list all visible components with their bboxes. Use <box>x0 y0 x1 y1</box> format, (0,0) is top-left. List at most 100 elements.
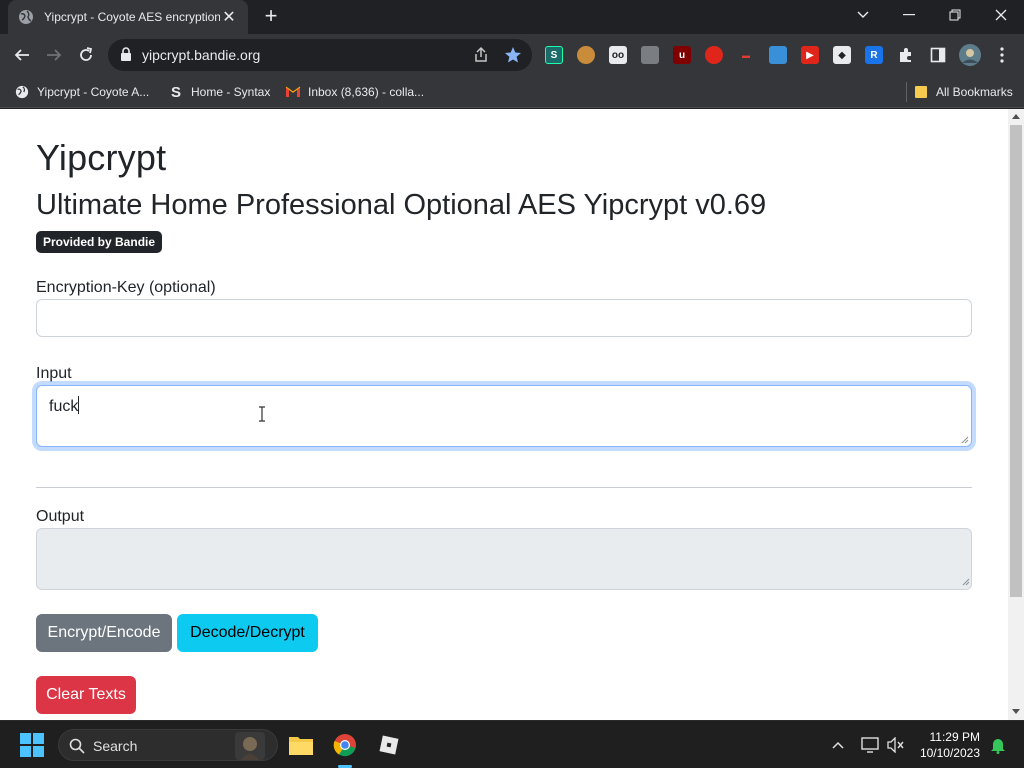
minimize-icon <box>903 14 915 16</box>
puzzle-icon <box>900 48 911 62</box>
text-caret <box>78 396 80 414</box>
clock-date: 10/10/2023 <box>919 746 980 760</box>
browser-tab[interactable]: Yipcrypt - Coyote AES encryption ✕ <box>8 0 248 34</box>
r-extension-icon[interactable]: R <box>865 46 883 64</box>
syntax-s-icon: S <box>170 83 181 101</box>
kebab-menu-icon <box>1000 47 1004 63</box>
reload-button[interactable] <box>73 42 99 68</box>
reload-icon <box>80 47 93 61</box>
stack-extension-icon[interactable] <box>641 46 659 64</box>
encrypt-button[interactable]: Encrypt/Encode <box>36 614 172 652</box>
tab-search-button[interactable] <box>840 0 886 30</box>
scrollbar-thumb[interactable] <box>1010 125 1022 597</box>
side-panel-icon <box>930 47 946 63</box>
search-label: Search <box>93 738 138 754</box>
scroll-up-arrow-icon[interactable] <box>1012 114 1020 119</box>
clear-texts-button[interactable]: Clear Texts <box>36 676 136 714</box>
ublock-extension-icon[interactable]: u <box>673 46 691 64</box>
page-scrollbar[interactable] <box>1008 109 1024 720</box>
chrome-icon <box>333 734 356 757</box>
roblox-icon <box>379 735 399 755</box>
notifications-button[interactable] <box>984 731 1012 759</box>
arrow-left-icon <box>14 49 29 61</box>
globe-icon <box>19 10 33 24</box>
volume-button[interactable] <box>882 731 910 759</box>
url-text: yipcrypt.bandie.org <box>142 47 261 63</box>
bookmark-star-icon[interactable] <box>504 46 522 64</box>
provider-badge: Provided by Bandie <box>36 231 163 253</box>
minimize-button[interactable] <box>886 0 932 30</box>
resize-handle-icon[interactable] <box>962 578 970 586</box>
youtube-extension-icon[interactable]: ▶ <box>801 46 819 64</box>
tab-title: Yipcrypt - Coyote AES encryption <box>44 10 220 24</box>
new-tab-button[interactable]: + <box>258 4 284 30</box>
bookmark-label: Inbox (8,636) - colla... <box>308 85 425 99</box>
share-icon[interactable] <box>472 46 490 64</box>
decrypt-button[interactable]: Decode/Decrypt <box>177 614 318 652</box>
search-icon <box>69 738 85 754</box>
chevron-up-icon <box>832 741 844 749</box>
chrome-taskbar-button[interactable] <box>331 731 359 759</box>
globe-icon <box>14 84 30 100</box>
bookmark-label: Yipcrypt - Coyote A... <box>37 85 150 99</box>
encryption-key-input[interactable] <box>36 299 972 337</box>
network-button[interactable] <box>856 731 884 759</box>
roblox-taskbar-button[interactable] <box>375 731 403 759</box>
close-icon <box>995 9 1007 21</box>
tab-close-button[interactable]: ✕ <box>220 7 238 27</box>
restore-icon <box>949 9 961 21</box>
extensions-button[interactable] <box>893 42 919 68</box>
red-circle-extension-icon[interactable] <box>705 46 723 64</box>
search-highlight-icon <box>235 732 265 760</box>
scroll-down-arrow-icon[interactable] <box>1012 709 1020 714</box>
arrow-right-icon <box>47 49 62 61</box>
input-label: Input <box>36 365 72 382</box>
close-window-button[interactable] <box>978 0 1024 30</box>
forward-button[interactable] <box>41 42 67 68</box>
system-tray-button[interactable] <box>824 731 852 759</box>
side-panel-button[interactable] <box>925 42 951 68</box>
profile-button[interactable] <box>957 42 983 68</box>
bookmarks-bar: Yipcrypt - Coyote A... S Home - Syntax I… <box>0 76 1024 108</box>
back-button[interactable] <box>9 42 35 68</box>
bookmark-syntax[interactable]: S Home - Syntax <box>168 82 270 102</box>
chevron-down-icon <box>857 11 869 18</box>
ghost-extension-icon[interactable]: oo <box>609 46 627 64</box>
output-label: Output <box>36 508 85 525</box>
output-textarea[interactable] <box>36 528 972 590</box>
speaker-muted-icon <box>887 737 904 753</box>
bell-icon <box>991 739 1005 754</box>
blue-square-extension-icon[interactable] <box>769 46 787 64</box>
text-cursor-icon <box>259 406 265 422</box>
page-title: Yipcrypt <box>36 137 167 178</box>
input-textarea[interactable]: fuck <box>36 385 972 447</box>
all-bookmarks-label: All Bookmarks <box>936 85 1013 99</box>
folder-icon <box>913 84 929 100</box>
cookie-extension-icon[interactable] <box>577 46 595 64</box>
resize-handle-icon[interactable] <box>961 436 969 444</box>
bookmark-gmail[interactable]: Inbox (8,636) - colla... <box>285 82 424 102</box>
folder-icon <box>289 737 313 755</box>
bookmark-yipcrypt[interactable]: Yipcrypt - Coyote A... <box>14 82 149 102</box>
address-bar[interactable]: yipcrypt.bandie.org <box>108 39 532 71</box>
bookmark-label: Home - Syntax <box>191 85 271 99</box>
syntax-extension-icon[interactable]: S <box>545 46 563 64</box>
file-explorer-button[interactable] <box>287 731 315 759</box>
taskbar-clock[interactable]: 11:29 PM 10/10/2023 <box>920 729 980 761</box>
gmail-icon <box>285 84 301 100</box>
start-button[interactable] <box>18 731 46 759</box>
taskbar: Search 11:29 PM 10/10/2023 <box>0 720 1024 768</box>
page-viewport: Yipcrypt Ultimate Home Professional Opti… <box>0 109 1008 720</box>
taskbar-search[interactable]: Search <box>58 729 278 761</box>
all-bookmarks[interactable]: All Bookmarks <box>906 82 1013 102</box>
red-text-extension-icon[interactable]: ▬ <box>737 46 755 64</box>
page-subtitle: Ultimate Home Professional Optional AES … <box>36 189 767 221</box>
tab-strip: Yipcrypt - Coyote AES encryption ✕ + <box>0 0 1024 34</box>
menu-button[interactable] <box>989 42 1015 68</box>
input-text: fuck <box>49 398 79 415</box>
encryption-key-label: Encryption-Key (optional) <box>36 279 216 296</box>
restore-button[interactable] <box>932 0 978 30</box>
roblox-extension-icon[interactable]: ◆ <box>833 46 851 64</box>
monitor-icon <box>861 737 879 753</box>
windows-logo-icon <box>20 733 44 757</box>
